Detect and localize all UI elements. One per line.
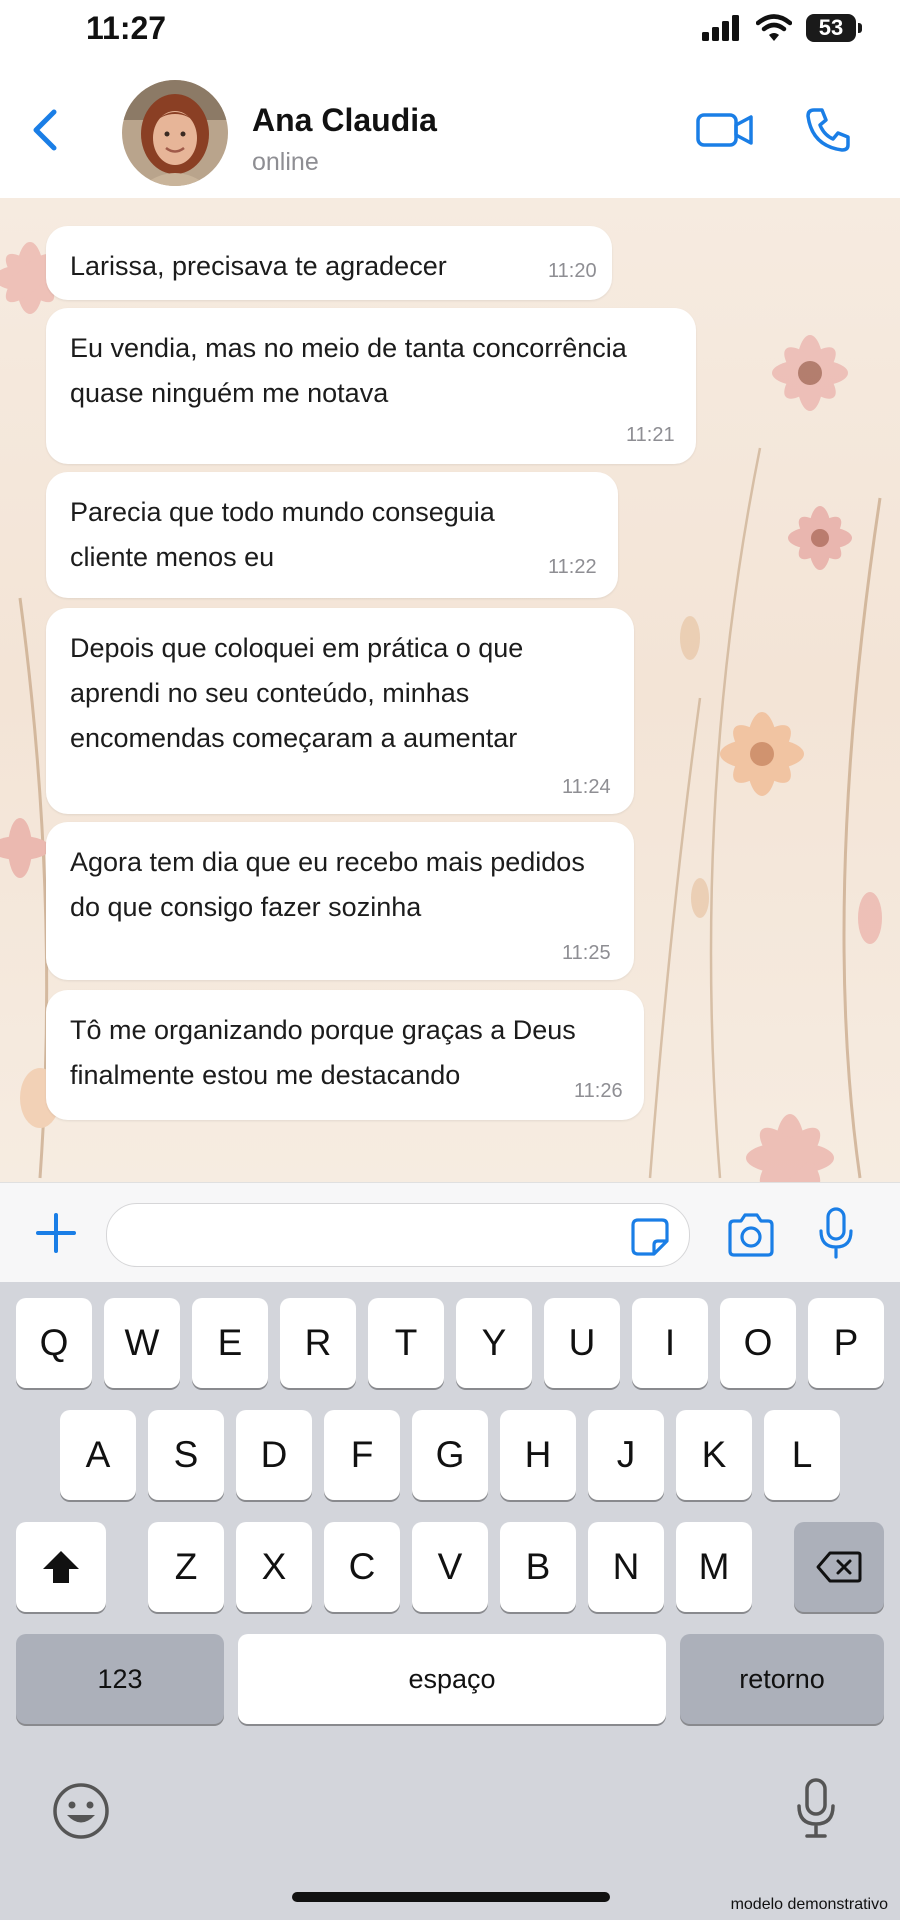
key-b[interactable]: B [500, 1522, 576, 1612]
message-bubble[interactable]: Eu vendia, mas no meio de tanta concorrê… [46, 308, 696, 464]
key-p[interactable]: P [808, 1298, 884, 1388]
back-chevron-icon[interactable] [26, 108, 66, 152]
emoji-icon[interactable] [52, 1782, 110, 1840]
video-camera-icon[interactable] [696, 110, 754, 150]
wifi-icon [756, 14, 792, 41]
key-u[interactable]: U [544, 1298, 620, 1388]
key-h[interactable]: H [500, 1410, 576, 1500]
cellular-signal-icon [702, 15, 739, 41]
key-j[interactable]: J [588, 1410, 664, 1500]
key-n[interactable]: N [588, 1522, 664, 1612]
key-x[interactable]: X [236, 1522, 312, 1612]
contact-status: online [252, 148, 319, 176]
key-m[interactable]: M [676, 1522, 752, 1612]
key-l[interactable]: L [764, 1410, 840, 1500]
phone-icon[interactable] [804, 106, 852, 154]
key-a[interactable]: A [60, 1410, 136, 1500]
dictation-microphone-icon[interactable] [796, 1778, 836, 1840]
message-bubble[interactable]: Larissa, precisava te agradecer 11:20 [46, 226, 612, 300]
key-k[interactable]: K [676, 1410, 752, 1500]
key-r[interactable]: R [280, 1298, 356, 1388]
key-z[interactable]: Z [148, 1522, 224, 1612]
status-bar: 11:27 53 [0, 0, 900, 60]
sticker-icon[interactable] [630, 1217, 670, 1257]
key-g[interactable]: G [412, 1410, 488, 1500]
key-y[interactable]: Y [456, 1298, 532, 1388]
chat-area[interactable]: Larissa, precisava te agradecer 11:20 Eu… [0, 198, 900, 1182]
key-e[interactable]: E [192, 1298, 268, 1388]
status-time: 11:27 [86, 10, 167, 46]
space-key[interactable]: espaço [238, 1634, 666, 1724]
key-d[interactable]: D [236, 1410, 312, 1500]
camera-icon[interactable] [726, 1213, 776, 1257]
message-time: 11:20 [548, 260, 597, 282]
key-w[interactable]: W [104, 1298, 180, 1388]
chat-header: Ana Claudia online [0, 60, 900, 199]
message-bubble[interactable]: Agora tem dia que eu recebo mais pedidos… [46, 822, 634, 980]
key-v[interactable]: V [412, 1522, 488, 1612]
message-text: Parecia que todo mundo conseguia cliente… [70, 497, 495, 572]
message-input[interactable] [106, 1203, 690, 1267]
numbers-key[interactable]: 123 [16, 1634, 224, 1724]
key-q[interactable]: Q [16, 1298, 92, 1388]
backspace-icon [816, 1551, 862, 1583]
message-time: 11:24 [562, 776, 611, 798]
backspace-key[interactable] [794, 1522, 884, 1612]
battery-indicator: 53 [806, 14, 862, 42]
message-bubble[interactable]: Tô me organizando porque graças a Deus f… [46, 990, 644, 1120]
message-text: Depois que coloquei em prática o que apr… [70, 633, 524, 753]
avatar[interactable] [122, 80, 228, 186]
key-s[interactable]: S [148, 1410, 224, 1500]
shift-icon [43, 1551, 79, 1583]
contact-name[interactable]: Ana Claudia [252, 102, 437, 139]
message-text: Agora tem dia que eu recebo mais pedidos… [70, 847, 585, 922]
message-time: 11:21 [626, 424, 675, 446]
keyboard: Q W E R T Y U I O P A S D F G H J K L Z … [0, 1282, 900, 1920]
message-time: 11:25 [562, 942, 611, 964]
status-icons: 53 [702, 14, 862, 42]
message-text: Larissa, precisava te agradecer [70, 251, 447, 281]
key-f[interactable]: F [324, 1410, 400, 1500]
plus-icon[interactable] [34, 1211, 78, 1255]
home-indicator[interactable] [292, 1892, 610, 1902]
key-i[interactable]: I [632, 1298, 708, 1388]
message-text: Eu vendia, mas no meio de tanta concorrê… [70, 333, 627, 408]
watermark: modelo demonstrativo [730, 1896, 888, 1913]
message-bubble[interactable]: Depois que coloquei em prática o que apr… [46, 608, 634, 814]
return-key[interactable]: retorno [680, 1634, 884, 1724]
shift-key[interactable] [16, 1522, 106, 1612]
message-bubble[interactable]: Parecia que todo mundo conseguia cliente… [46, 472, 618, 598]
message-time: 11:22 [548, 556, 597, 578]
message-input-bar [0, 1182, 900, 1283]
microphone-icon[interactable] [818, 1207, 854, 1259]
key-o[interactable]: O [720, 1298, 796, 1388]
key-t[interactable]: T [368, 1298, 444, 1388]
message-text: Tô me organizando porque graças a Deus f… [70, 1015, 576, 1090]
message-time: 11:26 [574, 1080, 623, 1102]
key-c[interactable]: C [324, 1522, 400, 1612]
